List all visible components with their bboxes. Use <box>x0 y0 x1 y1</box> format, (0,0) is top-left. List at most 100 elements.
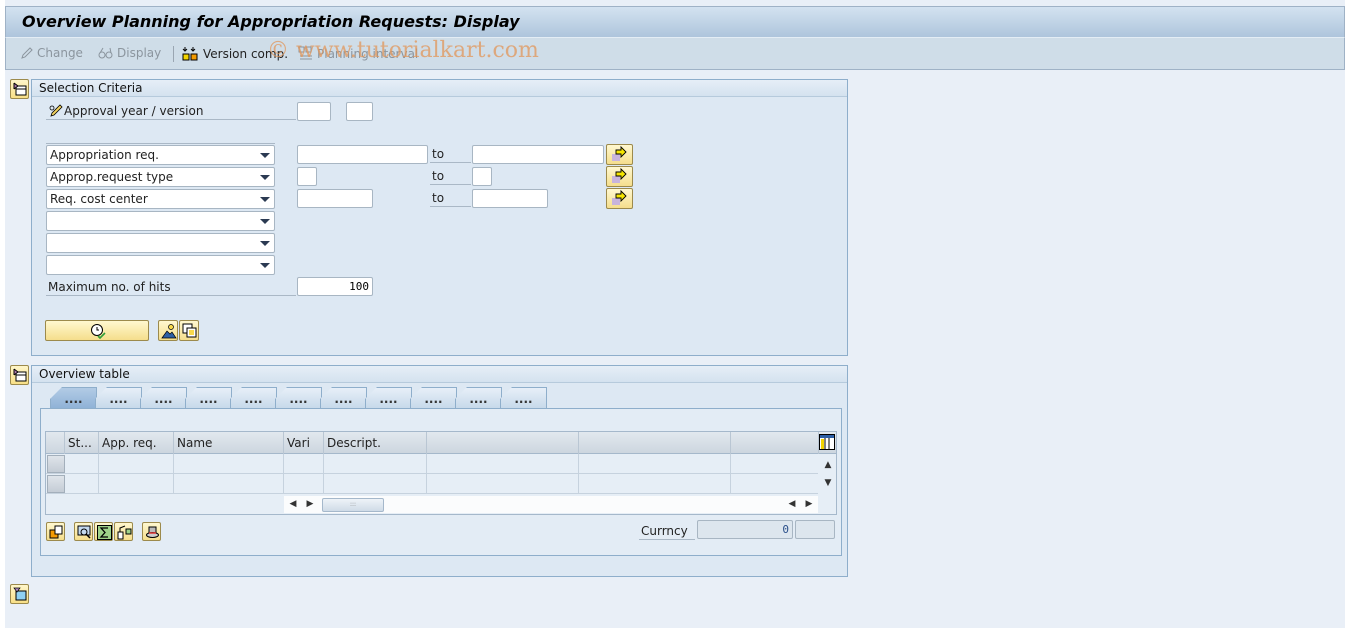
scroll-down-button[interactable]: ▼ <box>821 476 835 490</box>
currency-label: Currncy <box>639 522 695 540</box>
multiple-selection-arrow-icon <box>612 167 627 183</box>
expand-panel-icon <box>13 587 27 601</box>
column-header-8[interactable] <box>731 432 819 454</box>
details-icon <box>49 525 63 539</box>
copy-button[interactable] <box>179 320 199 341</box>
field-select-req-cost-center[interactable]: Req. cost center <box>46 189 275 209</box>
variant-image-button[interactable] <box>158 320 178 341</box>
tab-5[interactable]: .... <box>230 387 277 408</box>
total-button[interactable] <box>94 522 113 541</box>
chevron-down-icon <box>260 197 270 202</box>
field-select-empty[interactable] <box>46 233 275 253</box>
column-header-name[interactable]: Name <box>174 432 284 454</box>
tab-8[interactable]: .... <box>365 387 412 408</box>
planning-interval-label: Planning interval <box>317 47 419 61</box>
column-header-description[interactable]: Descript. <box>324 432 427 454</box>
planning-interval-button[interactable]: Planning interval <box>298 46 418 62</box>
subtotal-button[interactable] <box>114 522 133 541</box>
tab-10[interactable]: .... <box>455 387 502 408</box>
req-cost-center-to-input[interactable] <box>472 189 548 208</box>
tab-11[interactable]: .... <box>500 387 547 408</box>
page-title: Overview Planning for Appropriation Requ… <box>22 12 520 31</box>
execute-button[interactable] <box>45 320 149 341</box>
approval-year-input[interactable] <box>297 102 331 121</box>
column-header-6[interactable] <box>427 432 579 454</box>
scroll-left-button[interactable]: ◀ <box>286 497 300 511</box>
cell <box>99 474 174 494</box>
column-header-status[interactable]: St... <box>65 432 99 454</box>
field-select-approp-request-type[interactable]: Approp.request type <box>46 167 275 187</box>
details-button[interactable] <box>46 522 65 541</box>
horizontal-scrollbar[interactable]: ◀ ▶ ::: ◀ ▶ <box>284 496 818 513</box>
planning-interval-icon <box>298 46 312 60</box>
row-selector[interactable] <box>47 475 65 493</box>
cell <box>579 474 731 494</box>
field-select-empty[interactable] <box>46 211 275 231</box>
scrollbar-thumb[interactable]: ::: <box>322 498 384 512</box>
expand-panel-button[interactable] <box>10 584 29 604</box>
cell <box>284 454 324 474</box>
tab-9[interactable]: .... <box>410 387 457 408</box>
subtotal-icon <box>117 525 132 540</box>
cell <box>324 454 427 474</box>
tab-7[interactable]: .... <box>320 387 367 408</box>
tab-4[interactable]: .... <box>185 387 232 408</box>
column-header-variant[interactable]: Vari <box>284 432 324 454</box>
field-select-appropriation-req[interactable]: Appropriation req. <box>46 145 275 165</box>
appropriation-req-to-input[interactable] <box>472 145 604 164</box>
divider <box>46 143 275 144</box>
approp-request-type-from-input[interactable] <box>297 167 317 186</box>
max-hits-input[interactable] <box>297 277 373 296</box>
cell <box>284 474 324 494</box>
scroll-right-button[interactable]: ▶ <box>303 497 317 511</box>
column-header-app-req[interactable]: App. req. <box>99 432 174 454</box>
scroll-up-button[interactable]: ▲ <box>821 458 835 472</box>
multiple-selection-button[interactable] <box>606 144 633 165</box>
approp-request-type-to-input[interactable] <box>472 167 492 186</box>
collapse-selection-button[interactable] <box>10 79 29 99</box>
hat-icon <box>146 526 159 538</box>
tab-3[interactable]: .... <box>140 387 187 408</box>
clock-check-icon <box>91 324 106 339</box>
approval-year-version-label: Approval year / version <box>46 102 296 120</box>
scroll-left-button[interactable]: ◀ <box>785 497 799 511</box>
currency-unit-field <box>795 520 835 539</box>
change-button[interactable]: Change <box>20 46 83 60</box>
overview-grid: St... App. req. Name Vari Descript. ▲ ▼ … <box>45 431 837 515</box>
chevron-down-icon <box>260 153 270 158</box>
chevron-down-icon <box>260 263 270 268</box>
approval-pencil-icon <box>49 104 63 117</box>
column-header-7[interactable] <box>579 432 731 454</box>
chevron-down-icon <box>260 219 270 224</box>
overview-table-panel: Overview table .... .... .... .... .... … <box>31 365 848 577</box>
appropriation-req-from-input[interactable] <box>297 145 428 164</box>
row-selector[interactable] <box>47 455 65 473</box>
scroll-right-button[interactable]: ▶ <box>802 497 816 511</box>
tab-content: St... App. req. Name Vari Descript. ▲ ▼ … <box>40 408 842 556</box>
display-label: Display <box>117 46 162 60</box>
chevron-down-icon <box>260 175 270 180</box>
select-all-cell[interactable] <box>46 432 65 454</box>
print-button[interactable] <box>142 522 161 541</box>
column-layout-button[interactable] <box>819 434 836 451</box>
cell <box>65 454 99 474</box>
selection-criteria-panel: Selection Criteria Approval year / versi… <box>31 79 848 356</box>
field-select-empty[interactable] <box>46 255 275 275</box>
tab-6[interactable]: .... <box>275 387 322 408</box>
table-row[interactable] <box>46 474 818 494</box>
version-comp-button[interactable]: Version comp. <box>182 46 288 62</box>
approval-version-input[interactable] <box>346 102 373 121</box>
display-button[interactable]: Display <box>98 46 161 60</box>
grid-header: St... App. req. Name Vari Descript. <box>46 432 836 454</box>
req-cost-center-from-input[interactable] <box>297 189 373 208</box>
multiple-selection-button[interactable] <box>606 188 633 209</box>
table-row[interactable] <box>46 454 818 474</box>
filter-button[interactable] <box>74 522 93 541</box>
collapse-overview-button[interactable] <box>10 365 29 385</box>
multiple-selection-arrow-icon <box>612 145 627 161</box>
title-bar: Overview Planning for Appropriation Requ… <box>5 6 1345 37</box>
multiple-selection-button[interactable] <box>606 166 633 187</box>
copy-icon <box>182 323 197 338</box>
tab-1[interactable]: .... <box>50 387 97 409</box>
tab-2[interactable]: .... <box>95 387 142 408</box>
